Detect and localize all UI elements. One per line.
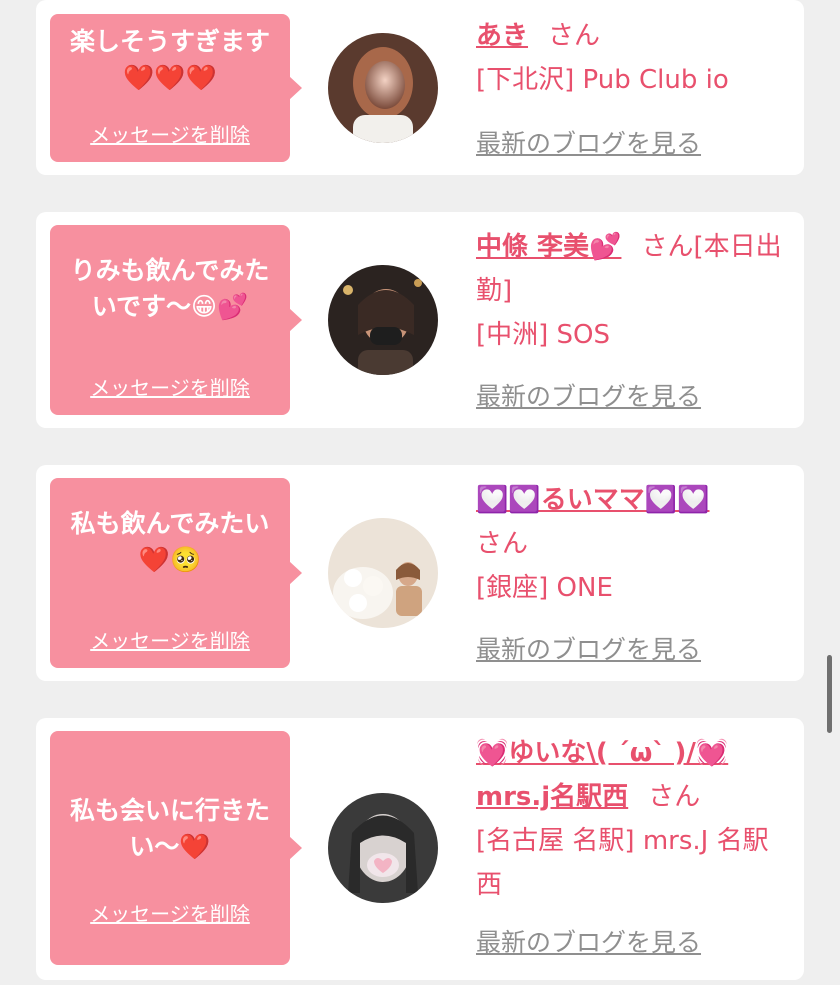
profile-name-link[interactable]: あき (476, 21, 528, 51)
avatar-photo (328, 265, 438, 375)
delete-message-link[interactable]: メッセージを削除 (50, 119, 290, 148)
message-bubble: 楽しそうすぎます ❤️❤️❤️ メッセージを削除 (50, 14, 302, 162)
message-card: 私も会いに行きた い〜❤️ メッセージを削除 💓ゆいな\( ´ω` )/💓mrs… (36, 718, 804, 980)
latest-blog-link[interactable]: 最新のブログを見る (476, 124, 701, 160)
message-card: りみも飲んでみた いです〜😁💕 メッセージを削除 中條 李美💕 さん[本日出勤] … (36, 212, 804, 428)
avatar[interactable] (328, 33, 438, 143)
latest-blog-link[interactable]: 最新のブログを見る (476, 923, 701, 959)
message-text: りみも飲んでみた いです〜😁💕 (70, 256, 270, 321)
honorific: さん (548, 21, 601, 51)
message-text: 私も会いに行きた い〜❤️ (69, 796, 270, 861)
avatar-photo (328, 33, 438, 143)
shop-name: [中洲] SOS (476, 320, 611, 350)
avatar-photo (328, 518, 438, 628)
avatar[interactable] (328, 518, 438, 628)
profile-info: 💓ゆいな\( ´ω` )/💓mrs.j名駅西 さん [名古屋 名駅] mrs.J … (476, 731, 794, 907)
message-text: 楽しそうすぎます ❤️❤️❤️ (69, 27, 270, 92)
honorific: さん (648, 782, 701, 812)
profile-name-link[interactable]: 💟💟るいママ💟💟 (476, 485, 710, 515)
avatar-photo (328, 793, 438, 903)
shop-name: [銀座] ONE (476, 573, 613, 603)
shop-name: [下北沢] Pub Club io (476, 65, 729, 95)
message-card: 楽しそうすぎます ❤️❤️❤️ メッセージを削除 あき さん [下北沢] Pub … (36, 0, 804, 175)
avatar[interactable] (328, 265, 438, 375)
profile-name-link[interactable]: 中條 李美💕 (476, 232, 621, 262)
delete-message-link[interactable]: メッセージを削除 (50, 898, 290, 927)
latest-blog-link[interactable]: 最新のブログを見る (476, 377, 701, 413)
shop-name: [名古屋 名駅] mrs.J 名駅西 (476, 826, 769, 900)
message-bubble: 私も会いに行きた い〜❤️ メッセージを削除 (50, 731, 302, 965)
delete-message-link[interactable]: メッセージを削除 (50, 372, 290, 401)
delete-message-link[interactable]: メッセージを削除 (50, 625, 290, 654)
message-bubble: 私も飲んでみたい ❤️🥺 メッセージを削除 (50, 478, 302, 668)
profile-info: あき さん [下北沢] Pub Club io (476, 14, 794, 102)
message-bubble: りみも飲んでみた いです〜😁💕 メッセージを削除 (50, 225, 302, 415)
honorific: さん (476, 529, 529, 559)
message-card: 私も飲んでみたい ❤️🥺 メッセージを削除 💟💟るいママ💟💟 さん [銀座] ON… (36, 465, 804, 681)
profile-info: 中條 李美💕 さん[本日出勤] [中洲] SOS (476, 225, 794, 357)
profile-info: 💟💟るいママ💟💟 さん [銀座] ONE (476, 478, 794, 610)
avatar[interactable] (328, 793, 438, 903)
message-text: 私も飲んでみたい ❤️🥺 (70, 509, 270, 574)
vertical-scrollbar[interactable] (827, 655, 832, 733)
message-list: 楽しそうすぎます ❤️❤️❤️ メッセージを削除 あき さん [下北沢] Pub … (0, 0, 840, 985)
latest-blog-link[interactable]: 最新のブログを見る (476, 630, 701, 666)
